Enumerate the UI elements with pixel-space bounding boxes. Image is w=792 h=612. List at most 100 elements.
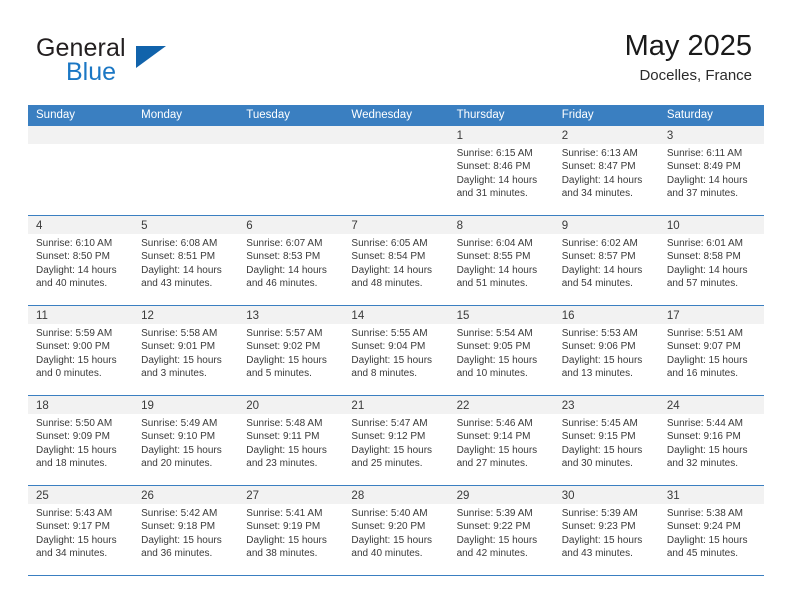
day-number: 22 xyxy=(456,400,470,412)
sunrise-text: Sunrise: 5:42 AM xyxy=(141,508,218,519)
day-number: 31 xyxy=(666,490,680,502)
day-cell[interactable]: 14 Sunrise: 5:55 AM Sunset: 9:04 PM Dayligh… xyxy=(343,306,449,395)
day-cell[interactable]: 3 Sunrise: 6:11 AM Sunset: 8:49 PM Daylight… xyxy=(658,126,764,215)
day-number: 16 xyxy=(561,310,575,322)
daylight-text-line1: Daylight: 15 hours xyxy=(246,444,327,456)
day-cell[interactable]: 30 Sunrise: 5:39 AM Sunset: 9:23 PM Dayligh… xyxy=(553,486,659,575)
day-number-bar: 1 xyxy=(448,126,554,144)
sunrise-text: Sunrise: 5:57 AM xyxy=(246,328,323,339)
day-cell[interactable]: 13 Sunrise: 5:57 AM Sunset: 9:02 PM Dayligh… xyxy=(238,306,344,395)
day-number-bar: 2 xyxy=(553,126,659,144)
sunset-text: Sunset: 9:16 PM xyxy=(666,431,741,443)
sunrise-text: Sunrise: 6:15 AM xyxy=(456,148,533,159)
day-cell[interactable]: 16 Sunrise: 5:53 AM Sunset: 9:06 PM Dayligh… xyxy=(553,306,659,395)
day-cell[interactable]: 29 Sunrise: 5:39 AM Sunset: 9:22 PM Dayligh… xyxy=(448,486,554,575)
day-info: Sunrise: 6:01 AM Sunset: 8:58 PM Daylight:… xyxy=(659,234,764,291)
sunrise-text: Sunrise: 5:40 AM xyxy=(351,508,428,519)
sunrise-text: Sunrise: 5:54 AM xyxy=(456,328,533,339)
sunset-text: Sunset: 9:05 PM xyxy=(456,341,531,353)
day-cell[interactable]: 9 Sunrise: 6:02 AM Sunset: 8:57 PM Daylight… xyxy=(553,216,659,305)
day-number-bar: 29 xyxy=(448,486,554,504)
day-info: Sunrise: 5:44 AM Sunset: 9:16 PM Daylight:… xyxy=(659,414,764,471)
day-cell-empty xyxy=(133,126,239,215)
sunset-text: Sunset: 9:18 PM xyxy=(141,521,216,533)
day-number: 11 xyxy=(36,310,48,322)
day-number-bar: 23 xyxy=(553,396,659,414)
triangle-logo-icon xyxy=(136,46,166,68)
sunset-text: Sunset: 9:20 PM xyxy=(351,521,426,533)
sunrise-text: Sunrise: 5:51 AM xyxy=(666,328,743,339)
day-cell[interactable]: 10 Sunrise: 6:01 AM Sunset: 8:58 PM Dayligh… xyxy=(658,216,764,305)
day-cell[interactable]: 28 Sunrise: 5:40 AM Sunset: 9:20 PM Dayligh… xyxy=(343,486,449,575)
daylight-text-line1: Daylight: 15 hours xyxy=(36,534,117,546)
page-subtitle: Docelles, France xyxy=(639,67,752,84)
day-number: 18 xyxy=(36,400,49,412)
daylight-text-line1: Daylight: 15 hours xyxy=(351,444,433,456)
day-info: Sunrise: 5:50 AM Sunset: 9:09 PM Daylight:… xyxy=(28,414,133,471)
brand-name-blue: Blue xyxy=(66,58,117,86)
daylight-text-line1: Daylight: 15 hours xyxy=(666,444,748,456)
day-cell[interactable]: 6 Sunrise: 6:07 AM Sunset: 8:53 PM Daylight… xyxy=(238,216,344,305)
day-info: Sunrise: 5:57 AM Sunset: 9:02 PM Daylight:… xyxy=(238,324,343,381)
day-cell[interactable]: 21 Sunrise: 5:47 AM Sunset: 9:12 PM Dayligh… xyxy=(343,396,449,485)
brand-logo[interactable]: General Blue xyxy=(36,34,226,92)
daylight-text-line1: Daylight: 15 hours xyxy=(141,534,222,546)
daylight-text-line2: and 30 minutes. xyxy=(561,458,633,470)
sunset-text: Sunset: 9:10 PM xyxy=(141,431,216,443)
day-info: Sunrise: 5:40 AM Sunset: 9:20 PM Daylight:… xyxy=(343,504,448,561)
day-cell[interactable]: 25 Sunrise: 5:43 AM Sunset: 9:17 PM Dayligh… xyxy=(28,486,134,575)
day-cell[interactable]: 5 Sunrise: 6:08 AM Sunset: 8:51 PM Daylight… xyxy=(133,216,239,305)
day-number-bar: 27 xyxy=(238,486,344,504)
day-cell[interactable]: 20 Sunrise: 5:48 AM Sunset: 9:11 PM Dayligh… xyxy=(238,396,344,485)
day-cell[interactable]: 15 Sunrise: 5:54 AM Sunset: 9:05 PM Dayligh… xyxy=(448,306,554,395)
daylight-text-line1: Daylight: 14 hours xyxy=(351,264,433,276)
day-number: 8 xyxy=(456,220,463,232)
day-cell[interactable]: 8 Sunrise: 6:04 AM Sunset: 8:55 PM Daylight… xyxy=(448,216,554,305)
day-cell-empty xyxy=(343,126,449,215)
day-cell[interactable]: 31 Sunrise: 5:38 AM Sunset: 9:24 PM Dayligh… xyxy=(658,486,764,575)
sunset-text: Sunset: 9:02 PM xyxy=(246,341,321,353)
day-info: Sunrise: 5:43 AM Sunset: 9:17 PM Daylight:… xyxy=(28,504,133,561)
day-cell[interactable]: 1 Sunrise: 6:15 AM Sunset: 8:46 PM Daylight… xyxy=(448,126,554,215)
day-number: 29 xyxy=(456,490,470,502)
day-info: Sunrise: 5:46 AM Sunset: 9:14 PM Daylight:… xyxy=(449,414,554,471)
day-cell[interactable]: 7 Sunrise: 6:05 AM Sunset: 8:54 PM Daylight… xyxy=(343,216,449,305)
day-cell[interactable]: 27 Sunrise: 5:41 AM Sunset: 9:19 PM Dayligh… xyxy=(238,486,344,575)
day-cell[interactable]: 12 Sunrise: 5:58 AM Sunset: 9:01 PM Dayligh… xyxy=(133,306,239,395)
day-number-bar xyxy=(343,126,449,144)
sunrise-text: Sunrise: 6:11 AM xyxy=(666,148,743,159)
day-number-bar: 16 xyxy=(553,306,659,324)
day-cell[interactable]: 2 Sunrise: 6:13 AM Sunset: 8:47 PM Daylight… xyxy=(553,126,659,215)
day-info: Sunrise: 5:39 AM Sunset: 9:22 PM Daylight:… xyxy=(449,504,554,561)
day-cell[interactable]: 22 Sunrise: 5:46 AM Sunset: 9:14 PM Dayligh… xyxy=(448,396,554,485)
day-number-bar: 19 xyxy=(133,396,239,414)
weekday-header-tuesday: Tuesday xyxy=(246,109,290,121)
day-cell[interactable]: 17 Sunrise: 5:51 AM Sunset: 9:07 PM Dayligh… xyxy=(658,306,764,395)
day-cell[interactable]: 18 Sunrise: 5:50 AM Sunset: 9:09 PM Dayligh… xyxy=(28,396,134,485)
calendar-week-row: 4 Sunrise: 6:10 AM Sunset: 8:50 PM Daylight… xyxy=(28,215,764,305)
day-cell[interactable]: 4 Sunrise: 6:10 AM Sunset: 8:50 PM Daylight… xyxy=(28,216,134,305)
daylight-text-line2: and 48 minutes. xyxy=(351,278,423,290)
sunset-text: Sunset: 9:00 PM xyxy=(36,341,110,353)
day-cell[interactable]: 23 Sunrise: 5:45 AM Sunset: 9:15 PM Dayligh… xyxy=(553,396,659,485)
daylight-text-line2: and 0 minutes. xyxy=(36,368,102,380)
day-info: Sunrise: 6:11 AM Sunset: 8:49 PM Daylight:… xyxy=(659,144,764,201)
day-cell[interactable]: 11 Sunrise: 5:59 AM Sunset: 9:00 PM Dayligh… xyxy=(28,306,134,395)
daylight-text-line2: and 54 minutes. xyxy=(561,278,633,290)
daylight-text-line1: Daylight: 15 hours xyxy=(456,444,538,456)
day-cell-empty xyxy=(238,126,344,215)
daylight-text-line2: and 34 minutes. xyxy=(561,188,633,200)
daylight-text-line2: and 40 minutes. xyxy=(351,548,423,560)
daylight-text-line1: Daylight: 14 hours xyxy=(36,264,117,276)
sunrise-text: Sunrise: 6:05 AM xyxy=(351,238,428,249)
day-cell[interactable]: 26 Sunrise: 5:42 AM Sunset: 9:18 PM Dayligh… xyxy=(133,486,239,575)
daylight-text-line1: Daylight: 15 hours xyxy=(141,354,222,366)
day-cell[interactable]: 24 Sunrise: 5:44 AM Sunset: 9:16 PM Dayligh… xyxy=(658,396,764,485)
day-cell[interactable]: 19 Sunrise: 5:49 AM Sunset: 9:10 PM Dayligh… xyxy=(133,396,239,485)
daylight-text-line2: and 43 minutes. xyxy=(141,278,213,290)
daylight-text-line2: and 23 minutes. xyxy=(246,458,318,470)
daylight-text-line1: Daylight: 15 hours xyxy=(666,354,748,366)
day-info: Sunrise: 5:51 AM Sunset: 9:07 PM Daylight:… xyxy=(659,324,764,381)
day-info: Sunrise: 6:05 AM Sunset: 8:54 PM Daylight:… xyxy=(343,234,448,291)
weekday-header-row: Sunday Monday Tuesday Wednesday Thursday… xyxy=(28,105,764,126)
